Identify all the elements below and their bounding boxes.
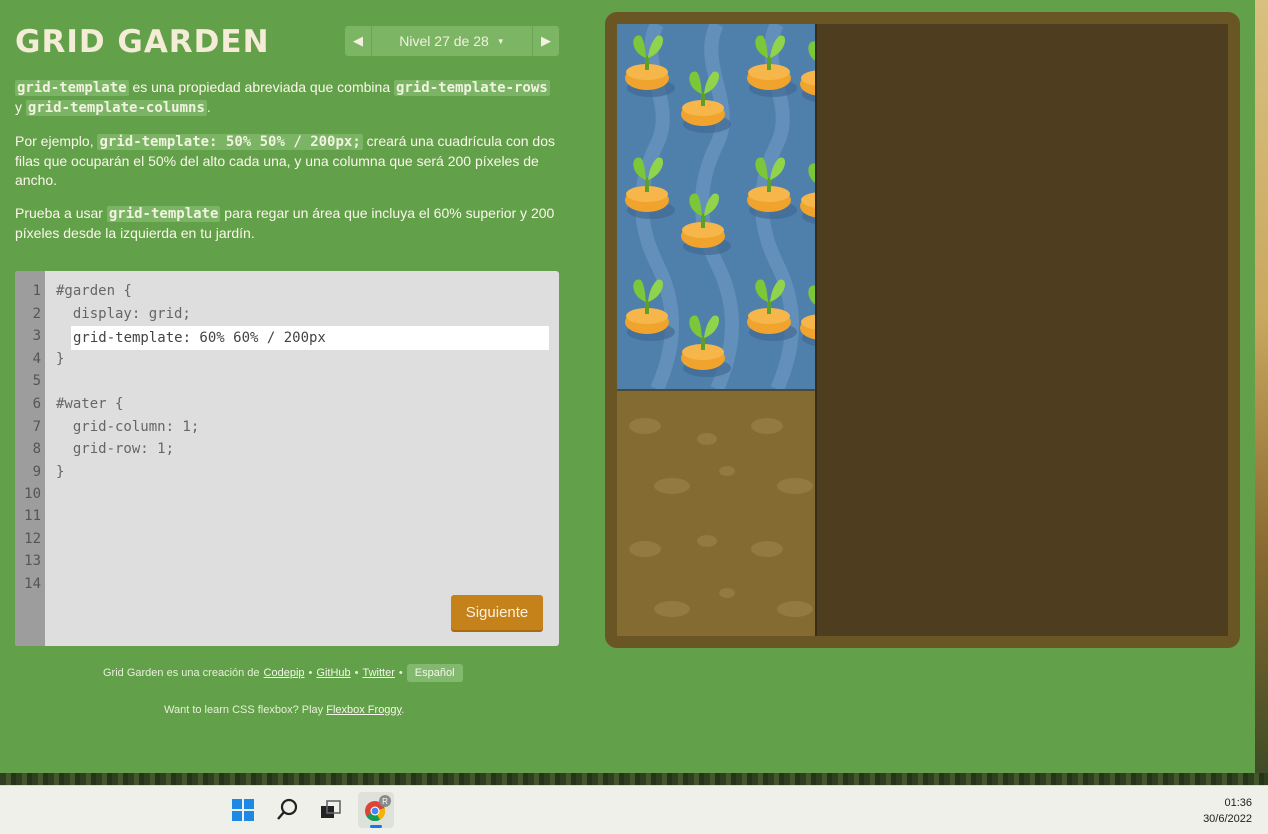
separator: • bbox=[354, 667, 359, 679]
flexbox-promo: Want to learn CSS flexbox? Play Flexbox … bbox=[164, 704, 404, 716]
separator: • bbox=[398, 667, 403, 679]
grid-divider bbox=[815, 24, 817, 636]
line-number: 3 bbox=[32, 328, 41, 344]
instruction-text: Prueba a usar bbox=[15, 205, 107, 221]
garden-frame bbox=[605, 12, 1240, 648]
app-logo: GRID GARDEN bbox=[15, 24, 270, 60]
code-line: #garden { bbox=[56, 283, 132, 299]
code-snippet: grid-template bbox=[106, 206, 221, 222]
line-number: 11 bbox=[24, 508, 41, 524]
credit-text: Grid Garden es una creación de bbox=[103, 667, 260, 679]
separator: • bbox=[308, 667, 313, 679]
code-snippet: grid-template: 50% 50% / 200px; bbox=[97, 134, 363, 150]
chrome-icon: R bbox=[365, 795, 391, 828]
twitter-link[interactable]: Twitter bbox=[363, 667, 395, 679]
instruction-text: es una propiedad abreviada que combina bbox=[128, 79, 394, 95]
prev-level-button[interactable]: ◀ bbox=[345, 26, 372, 56]
line-number: 14 bbox=[24, 576, 41, 592]
clock-date: 30/6/2022 bbox=[1203, 813, 1252, 825]
promo-text: . bbox=[401, 704, 405, 716]
line-number: 7 bbox=[32, 419, 41, 435]
code-snippet: grid-template-columns bbox=[25, 100, 207, 116]
instruction-paragraph: Por ejemplo, grid-template: 50% 50% / 20… bbox=[15, 132, 555, 190]
task-view-button[interactable] bbox=[314, 794, 346, 826]
desktop-wallpaper-strip bbox=[0, 773, 1268, 785]
line-number: 5 bbox=[32, 373, 41, 389]
line-number: 1 bbox=[32, 283, 41, 299]
instruction-paragraph: grid-template es una propiedad abreviada… bbox=[15, 78, 555, 118]
profile-badge: R bbox=[382, 797, 388, 806]
codepip-link[interactable]: Codepip bbox=[264, 667, 305, 679]
line-number: 10 bbox=[24, 486, 41, 502]
carrot-sprite bbox=[800, 285, 815, 346]
search-icon bbox=[277, 798, 298, 820]
desktop-wallpaper bbox=[1255, 0, 1268, 785]
water-area bbox=[617, 24, 815, 389]
instruction-text: . bbox=[206, 99, 211, 115]
line-number: 13 bbox=[24, 553, 41, 569]
line-number: 12 bbox=[24, 531, 41, 547]
line-number: 6 bbox=[32, 396, 41, 412]
promo-text: Want to learn CSS flexbox? Play bbox=[164, 704, 324, 716]
css-answer-input[interactable] bbox=[71, 326, 549, 350]
line-number: 8 bbox=[32, 441, 41, 457]
instructions: grid-template es una propiedad abreviada… bbox=[15, 78, 555, 257]
flexbox-froggy-link[interactable]: Flexbox Froggy bbox=[326, 704, 401, 716]
level-selector[interactable]: Nivel 27 de 28 ▼ bbox=[372, 26, 532, 56]
line-number: 4 bbox=[32, 351, 41, 367]
code-line: #water { bbox=[56, 396, 124, 412]
task-view-icon bbox=[321, 800, 341, 818]
carrot-sprite bbox=[800, 163, 815, 224]
soil-texture bbox=[629, 418, 813, 617]
github-link[interactable]: GitHub bbox=[316, 667, 350, 679]
code-line: } bbox=[56, 464, 65, 480]
code-snippet: grid-template bbox=[15, 80, 129, 96]
taskbar-search-button[interactable] bbox=[271, 794, 303, 826]
arrow-right-icon: ▶ bbox=[541, 33, 551, 48]
chrome-taskbar-button[interactable]: R bbox=[358, 792, 394, 828]
taskbar: R 01:36 30/6/2022 bbox=[0, 785, 1268, 834]
code-line: grid-column: 1; bbox=[56, 419, 200, 435]
next-button[interactable]: Siguiente bbox=[451, 595, 543, 630]
windows-logo-icon bbox=[232, 799, 254, 821]
credits: Grid Garden es una creación de Codepip •… bbox=[103, 664, 463, 682]
language-button[interactable]: Español bbox=[406, 664, 463, 682]
line-number: 2 bbox=[32, 306, 41, 322]
garden bbox=[617, 24, 1228, 636]
level-navigator: ◀ Nivel 27 de 28 ▼ ▶ bbox=[345, 26, 559, 56]
code-line: } bbox=[56, 351, 65, 367]
windows-start-button[interactable] bbox=[227, 794, 259, 826]
clock-time: 01:36 bbox=[1224, 797, 1252, 809]
code-line: display: grid; bbox=[56, 306, 191, 322]
instruction-text: y bbox=[15, 99, 26, 115]
soil-area bbox=[617, 391, 815, 636]
instruction-text: Por ejemplo, bbox=[15, 133, 98, 149]
level-label: Nivel 27 de 28 bbox=[399, 33, 489, 49]
code-line: grid-row: 1; bbox=[56, 441, 175, 457]
code-editor: 1 2 3 4 5 6 7 8 9 10 11 12 13 14 #garden… bbox=[15, 271, 559, 646]
line-number: 9 bbox=[32, 464, 41, 480]
system-clock[interactable]: 01:36 30/6/2022 bbox=[1203, 795, 1252, 827]
water-with-carrots bbox=[625, 24, 815, 389]
carrot-sprite bbox=[800, 41, 815, 102]
next-level-button[interactable]: ▶ bbox=[532, 26, 559, 56]
arrow-left-icon: ◀ bbox=[353, 33, 363, 48]
instruction-paragraph: Prueba a usar grid-template para regar u… bbox=[15, 204, 555, 243]
caret-down-icon: ▼ bbox=[496, 36, 505, 46]
browser-window: GRID GARDEN ◀ Nivel 27 de 28 ▼ ▶ grid-te… bbox=[0, 0, 1255, 773]
line-gutter: 1 2 3 4 5 6 7 8 9 10 11 12 13 14 bbox=[15, 271, 45, 646]
code-snippet: grid-template-rows bbox=[394, 80, 550, 96]
